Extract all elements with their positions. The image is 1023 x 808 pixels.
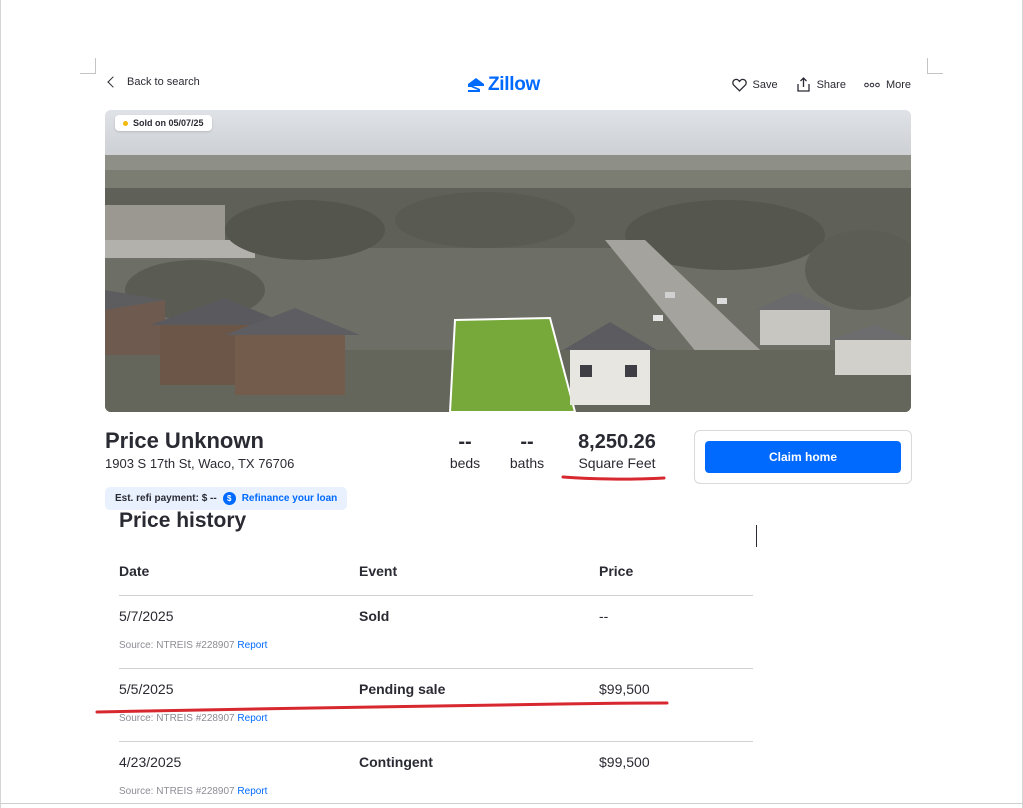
row-date: 5/5/2025 bbox=[119, 681, 174, 697]
listing-address: 1903 S 17th St, Waco, TX 76706 bbox=[105, 456, 295, 471]
baths-value: -- bbox=[520, 431, 534, 453]
row-source-text: Source: NTREIS #228907 bbox=[119, 713, 235, 724]
baths-stat: -- baths bbox=[505, 430, 549, 472]
beds-stat: -- beds bbox=[447, 430, 483, 472]
report-link[interactable]: Report bbox=[237, 786, 267, 797]
save-button[interactable]: Save bbox=[731, 77, 778, 92]
back-to-search-link[interactable]: Back to search bbox=[105, 76, 200, 88]
share-icon bbox=[796, 77, 810, 92]
listing-photo[interactable]: Sold on 05/07/25 bbox=[105, 110, 911, 412]
chevron-left-icon bbox=[107, 76, 119, 88]
sqft-value: 8,250.26 bbox=[578, 431, 656, 453]
column-header-price: Price bbox=[599, 563, 634, 579]
row-price: -- bbox=[599, 608, 609, 624]
sold-dot-icon bbox=[123, 120, 128, 126]
baths-label: baths bbox=[509, 455, 545, 471]
beds-value: -- bbox=[458, 431, 472, 453]
aerial-photo-image bbox=[105, 110, 911, 412]
refi-payment-banner: Est. refi payment: $ -- $ Refinance your… bbox=[105, 487, 348, 510]
more-button[interactable]: More bbox=[864, 77, 911, 92]
claim-home-card: Claim home bbox=[694, 430, 912, 484]
dollar-icon: $ bbox=[222, 492, 236, 505]
row-date: 5/7/2025 bbox=[119, 608, 174, 624]
more-dots-icon bbox=[864, 82, 880, 87]
share-button[interactable]: Share bbox=[796, 77, 846, 92]
header-actions: Save Share More bbox=[731, 77, 911, 92]
price-history-title: Price history bbox=[119, 509, 247, 532]
page-corner-mark-right bbox=[927, 58, 943, 74]
sqft-label: Square Feet bbox=[578, 455, 656, 471]
row-price: $99,500 bbox=[599, 754, 650, 770]
share-label: Share bbox=[816, 78, 846, 91]
table-divider bbox=[119, 595, 753, 596]
column-header-date: Date bbox=[119, 563, 150, 579]
report-link[interactable]: Report bbox=[237, 713, 267, 724]
row-source: Source: NTREIS #228907 Report bbox=[119, 713, 267, 724]
refinance-link[interactable]: Refinance your loan bbox=[242, 493, 338, 504]
sold-badge-text: Sold on 05/07/25 bbox=[133, 118, 204, 128]
report-link[interactable]: Report bbox=[237, 640, 267, 651]
beds-label: beds bbox=[449, 455, 481, 471]
zillow-logo[interactable]: Zillow bbox=[467, 74, 540, 96]
logo-text: Zillow bbox=[488, 74, 541, 95]
save-label: Save bbox=[752, 78, 778, 91]
listing-price: Price Unknown bbox=[105, 428, 264, 453]
zillow-house-icon bbox=[468, 78, 484, 92]
bottom-divider bbox=[0, 803, 1023, 804]
row-price: $99,500 bbox=[599, 681, 650, 697]
sold-status-badge: Sold on 05/07/25 bbox=[115, 115, 212, 131]
table-divider bbox=[119, 741, 753, 742]
claim-home-button[interactable]: Claim home bbox=[705, 441, 901, 473]
heart-icon bbox=[731, 78, 747, 92]
row-source-text: Source: NTREIS #228907 bbox=[119, 640, 235, 651]
row-event: Pending sale bbox=[359, 681, 446, 697]
listing-header: Back to search Zillow Save Share More bbox=[105, 74, 911, 98]
text-cursor bbox=[756, 525, 757, 547]
page-corner-mark-left bbox=[80, 58, 96, 74]
row-event: Sold bbox=[359, 608, 390, 624]
more-label: More bbox=[885, 78, 911, 91]
back-label: Back to search bbox=[127, 76, 200, 88]
row-source-text: Source: NTREIS #228907 bbox=[119, 786, 235, 797]
sqft-stat: 8,250.26 Square Feet bbox=[569, 430, 665, 472]
refi-label: Est. refi payment: $ -- bbox=[115, 493, 217, 504]
row-event: Contingent bbox=[359, 754, 433, 770]
row-source: Source: NTREIS #228907 Report bbox=[119, 786, 267, 797]
row-source: Source: NTREIS #228907 Report bbox=[119, 640, 267, 651]
table-divider bbox=[119, 668, 753, 669]
column-header-event: Event bbox=[359, 563, 398, 579]
row-date: 4/23/2025 bbox=[119, 754, 182, 770]
